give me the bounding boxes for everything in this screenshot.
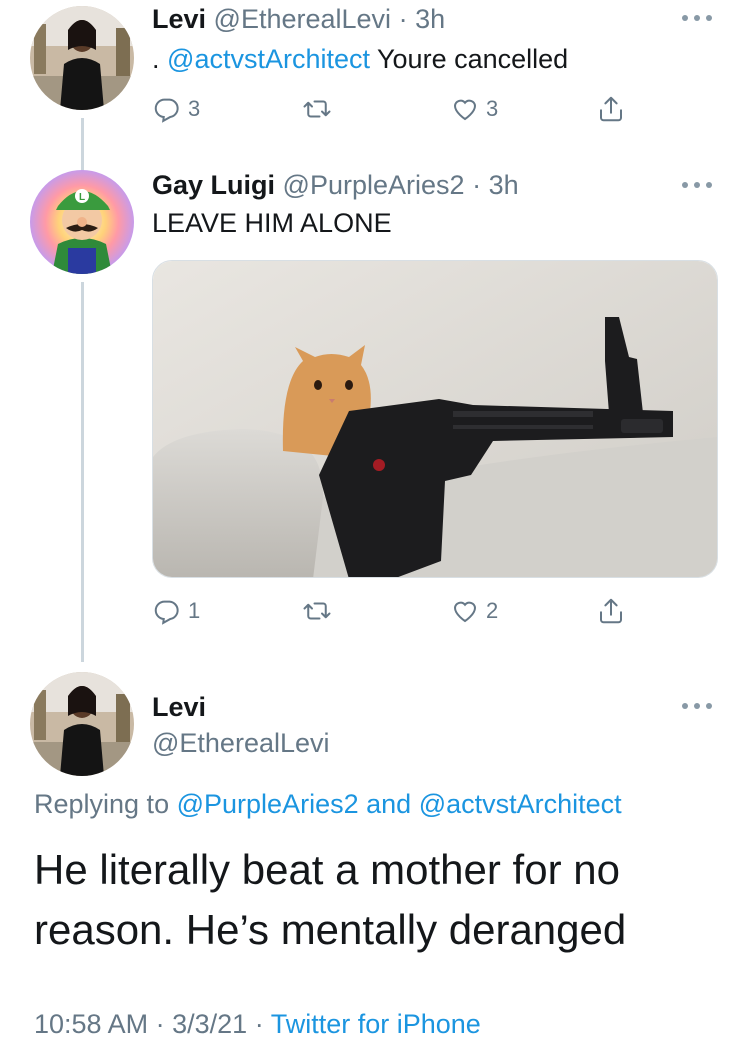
replying-to-line: Replying to @PurpleAries2 and @actvstArc… <box>34 786 622 822</box>
tweet-date: 3/3/21 <box>172 1009 248 1039</box>
more-options-icon[interactable] <box>682 181 712 189</box>
heart-icon <box>453 601 477 623</box>
tweet-header: Gay Luigi @PurpleAries2 · 3h <box>152 168 519 202</box>
reply-count: 3 <box>188 96 201 121</box>
display-name[interactable]: Gay Luigi <box>152 170 275 200</box>
heart-icon <box>453 99 477 121</box>
reply-mention-link[interactable]: @actvstArchitect <box>419 789 622 819</box>
tweet-metadata: 10:58 AM · 3/3/21 · Twitter for iPhone <box>34 1006 481 1042</box>
like-button[interactable]: 2 <box>450 594 498 628</box>
tweet-text: LEAVE HIM ALONE <box>152 208 392 238</box>
separator: · <box>398 4 408 34</box>
share-icon <box>600 96 622 122</box>
tweet-source-link[interactable]: Twitter for iPhone <box>271 1009 481 1039</box>
svg-text:L: L <box>79 192 85 203</box>
display-name[interactable]: Levi <box>152 4 206 34</box>
main-tweet-text: He literally beat a mother for no reason… <box>34 846 627 953</box>
like-count: 2 <box>486 598 499 623</box>
timestamp[interactable]: 3h <box>489 170 519 200</box>
reply-count: 1 <box>188 598 201 623</box>
kitten-with-rifle-image <box>153 261 717 577</box>
user-handle[interactable]: @EtherealLevi <box>214 4 392 34</box>
user-handle[interactable]: @PurpleAries2 <box>283 170 465 200</box>
separator: · <box>155 1009 165 1039</box>
action-bar: 1 2 <box>152 594 642 628</box>
tweet-time: 10:58 AM <box>34 1009 149 1039</box>
reply-icon <box>154 98 179 123</box>
mention-link[interactable]: @actvstArchitect <box>167 44 370 74</box>
like-button[interactable]: 3 <box>450 92 498 126</box>
reply-button[interactable]: 1 <box>152 594 200 628</box>
share-button[interactable] <box>596 92 626 126</box>
text-rest: Youre cancelled <box>377 44 569 74</box>
display-name[interactable]: Levi <box>152 692 206 722</box>
person-avatar-icon <box>30 6 134 110</box>
retweet-button[interactable] <box>302 594 338 628</box>
luigi-avatar-icon: L <box>30 170 134 274</box>
tweet-header: Levi @EtherealLevi · 3h <box>152 2 445 36</box>
tweet-text: . @actvstArchitect Youre cancelled <box>152 42 568 76</box>
like-count: 3 <box>486 96 499 121</box>
reply-mention-link[interactable]: @PurpleAries2 <box>177 789 359 819</box>
text-prefix: . <box>152 44 160 74</box>
retweet-button[interactable] <box>302 92 338 126</box>
share-icon <box>600 598 622 624</box>
thread-line-1 <box>81 118 84 172</box>
main-display-name: Levi <box>152 690 206 724</box>
tweet-media-image[interactable] <box>152 260 718 578</box>
reply-button[interactable]: 3 <box>152 92 200 126</box>
replying-to-label: Replying to <box>34 789 170 819</box>
thread-line-2 <box>81 282 84 662</box>
avatar[interactable]: L <box>30 170 134 274</box>
share-button[interactable] <box>596 594 626 628</box>
timestamp[interactable]: 3h <box>415 4 445 34</box>
main-user-handle[interactable]: @EtherealLevi <box>152 726 330 760</box>
retweet-icon <box>303 602 331 620</box>
person-avatar-icon <box>30 672 134 776</box>
more-options-icon[interactable] <box>682 702 712 710</box>
separator: · <box>472 170 482 200</box>
action-bar: 3 3 <box>152 92 642 126</box>
avatar[interactable] <box>30 6 134 110</box>
more-options-icon[interactable] <box>682 14 712 22</box>
avatar[interactable] <box>30 672 134 776</box>
separator: · <box>254 1009 264 1039</box>
reply-and-text: and <box>366 789 412 819</box>
reply-icon <box>154 600 179 625</box>
retweet-icon <box>303 100 331 118</box>
